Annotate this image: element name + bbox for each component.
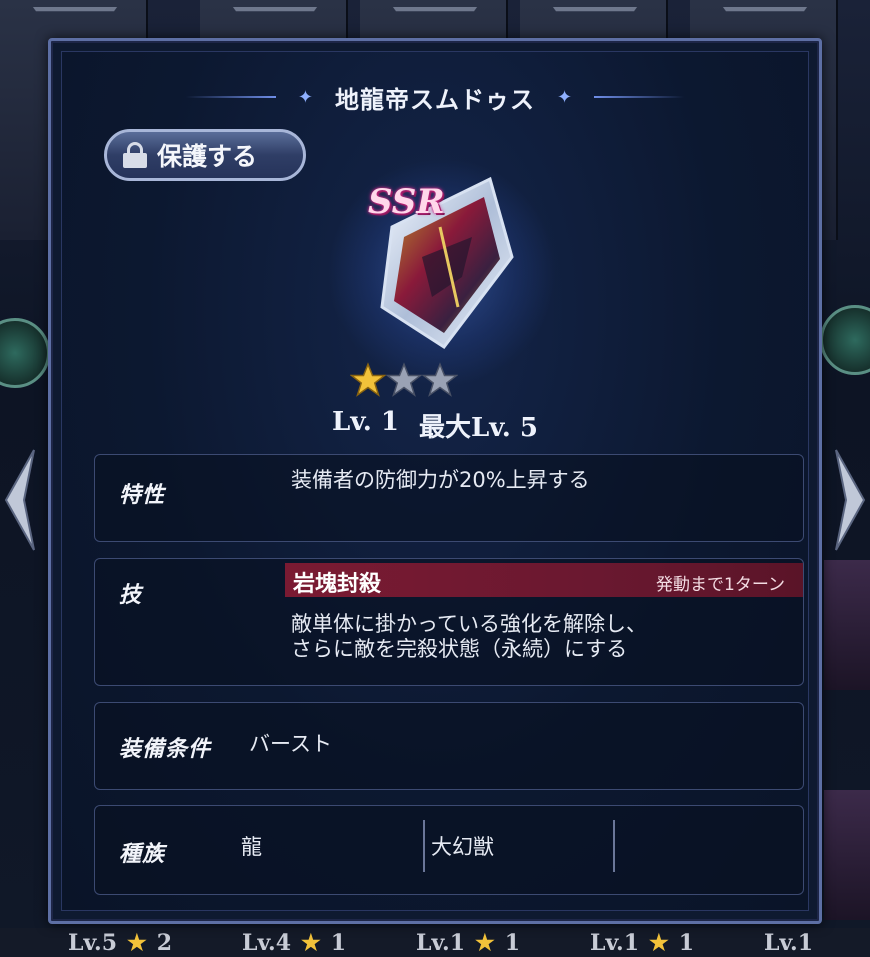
item-title: 地龍帝スムドゥス	[335, 85, 535, 114]
star-rating	[350, 362, 458, 398]
max-level: 最大Lv. 5	[419, 413, 538, 443]
bottom-level-bar: Lv.5 ★ 2 Lv.4 ★ 1 Lv.1 ★ 1 Lv.1 ★ 1 Lv.1	[0, 928, 870, 957]
bg-card	[824, 790, 870, 920]
race-divider	[613, 820, 615, 872]
arrow-left-icon[interactable]	[0, 440, 40, 560]
race-divider	[423, 820, 425, 872]
chevron-up-icon	[546, 6, 644, 23]
skill-turns: 発動まで1ターン	[656, 575, 785, 595]
chevron-up-icon	[226, 6, 324, 23]
item-detail-modal: ✦ 地龍帝スムドゥス ✦ 保護する SSR Lv. 1 最大Lv. 5 特性 装…	[48, 38, 822, 924]
side-button-right[interactable]	[820, 305, 870, 375]
skill-desc-line1: 敵単体に掛かっている強化を解除し、	[291, 612, 647, 636]
title-ornament-left	[185, 96, 276, 98]
bottom-slot: Lv.5 ★ 2	[68, 929, 173, 956]
bottom-slot: Lv.4 ★ 1	[242, 929, 347, 956]
race-value-1: 龍	[241, 835, 262, 859]
lock-icon	[123, 142, 147, 168]
bottom-slot: Lv.1 ★ 1	[416, 929, 521, 956]
race-label: 種族	[119, 842, 166, 867]
equip-condition-value: バースト	[249, 732, 332, 756]
sparkle-icon: ✦	[557, 86, 573, 108]
skill-name: 岩塊封殺	[293, 572, 382, 597]
title-row: ✦ 地龍帝スムドゥス ✦	[62, 79, 808, 115]
skill-header: 岩塊封殺 発動まで1ターン	[285, 563, 803, 597]
equip-condition-label: 装備条件	[119, 737, 212, 762]
bottom-slot: Lv.1	[764, 929, 814, 956]
star-empty-icon	[422, 362, 458, 397]
level-row: Lv. 1 最大Lv. 5	[62, 407, 808, 444]
race-panel: 種族 龍 大幻獣	[94, 805, 804, 895]
bottom-slot: Lv.1 ★ 1	[590, 929, 695, 956]
protect-button-label: 保護する	[157, 142, 258, 171]
side-button-left[interactable]	[0, 318, 50, 388]
protect-button[interactable]: 保護する	[104, 129, 306, 181]
trait-text: 装備者の防御力が20%上昇する	[291, 468, 590, 492]
skill-desc-line2: さらに敵を完殺状態（永続）にする	[291, 637, 628, 661]
title-ornament-right	[594, 96, 685, 98]
chevron-up-icon	[716, 6, 814, 23]
star-icon: ★	[649, 929, 669, 956]
star-icon: ★	[127, 929, 147, 956]
equip-condition-panel: 装備条件 バースト	[94, 702, 804, 790]
rarity-badge: SSR	[368, 182, 445, 222]
star-empty-icon	[386, 362, 422, 397]
current-level: Lv. 1	[332, 407, 399, 437]
trait-label: 特性	[119, 483, 166, 508]
star-filled-icon	[350, 362, 386, 397]
sparkle-icon: ✦	[297, 86, 313, 108]
star-icon: ★	[301, 929, 321, 956]
skill-label: 技	[119, 583, 143, 608]
modal-body: ✦ 地龍帝スムドゥス ✦ 保護する SSR Lv. 1 最大Lv. 5 特性 装…	[61, 51, 809, 911]
chevron-up-icon	[26, 6, 124, 23]
race-value-2: 大幻獣	[431, 835, 494, 859]
trait-panel: 特性 装備者の防御力が20%上昇する	[94, 454, 804, 542]
skill-panel: 技 岩塊封殺 発動まで1ターン 敵単体に掛かっている強化を解除し、 さらに敵を完…	[94, 558, 804, 686]
chevron-up-icon	[386, 6, 484, 23]
bg-card	[824, 560, 870, 690]
arrow-right-icon[interactable]	[830, 440, 870, 560]
star-icon: ★	[475, 929, 495, 956]
